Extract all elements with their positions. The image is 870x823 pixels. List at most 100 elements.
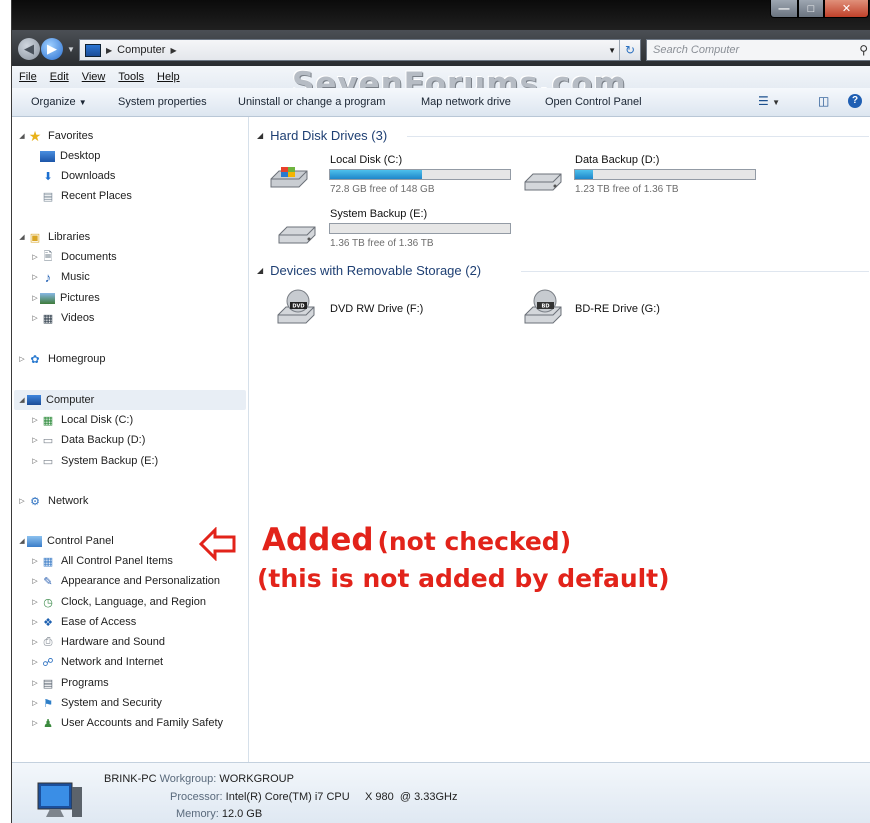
organize-button[interactable]: Organize ▼ [31, 96, 87, 108]
help-icon[interactable]: ? [848, 94, 862, 108]
nav-item-local-disk-c[interactable]: ▷ ▦ Local Disk (C:) [30, 411, 133, 429]
nav-favorites[interactable]: ◢ ★ Favorites [17, 127, 93, 145]
menu-file[interactable]: File [19, 71, 37, 83]
nav-item-system-backup-e[interactable]: ▷ ▭ System Backup (E:) [30, 452, 158, 470]
address-history-dropdown-icon[interactable]: ▼ [608, 46, 616, 55]
view-options-icon[interactable]: ☰ ▼ [758, 94, 780, 108]
nav-control-panel[interactable]: ◢ Control Panel [17, 532, 113, 550]
menu-tools[interactable]: Tools [118, 71, 144, 83]
nav-item-documents[interactable]: ▷ 🗎 Documents [30, 248, 116, 266]
homegroup-icon: ✿ [30, 353, 40, 366]
back-button[interactable]: ◀ [18, 38, 40, 60]
recent-pages-dropdown-icon[interactable]: ▼ [67, 45, 75, 54]
close-button[interactable]: ✕ [824, 0, 869, 18]
menu-help[interactable]: Help [157, 71, 180, 83]
nav-item-recent-places[interactable]: ▤ Recent Places [40, 187, 132, 205]
expanded-arrow-icon[interactable]: ◢ [257, 266, 263, 275]
collapsed-arrow-icon[interactable]: ▷ [30, 577, 40, 585]
collapsed-arrow-icon[interactable]: ▷ [17, 355, 27, 363]
menu-view[interactable]: View [82, 71, 106, 83]
nav-item-appearance[interactable]: ▷ ✎ Appearance and Personalization [30, 572, 220, 590]
collapsed-arrow-icon[interactable]: ▷ [30, 314, 40, 322]
nav-item-all-control-panel-items[interactable]: ▷ ▦ All Control Panel Items [30, 552, 173, 570]
collapsed-arrow-icon[interactable]: ▷ [30, 699, 40, 707]
nav-homegroup[interactable]: ▷ ✿ Homegroup [17, 350, 105, 368]
nav-network-label: Network [48, 495, 89, 507]
nav-item-videos[interactable]: ▷ ▦ Videos [30, 309, 94, 327]
minimize-button[interactable]: — [770, 0, 798, 18]
expanded-arrow-icon[interactable]: ◢ [17, 537, 27, 545]
collapsed-arrow-icon[interactable]: ▷ [17, 497, 27, 505]
nav-item-label: Music [61, 271, 90, 283]
collapsed-arrow-icon[interactable]: ▷ [30, 557, 40, 565]
open-control-panel-button[interactable]: Open Control Panel [545, 96, 642, 108]
chevron-right-icon[interactable]: ▶ [170, 46, 176, 55]
nav-item-downloads[interactable]: ⬇ Downloads [40, 167, 115, 185]
collapsed-arrow-icon[interactable]: ▷ [30, 638, 40, 646]
group-header-hard-disk-drives[interactable]: ◢ Hard Disk Drives (3) [257, 128, 387, 143]
nav-item-label: Programs [61, 677, 109, 689]
group-header-removable-storage[interactable]: ◢ Devices with Removable Storage (2) [257, 263, 481, 278]
nav-item-label: All Control Panel Items [61, 555, 173, 567]
forward-button[interactable]: ▶ [41, 38, 63, 60]
nav-item-clock-language-region[interactable]: ▷ ◷ Clock, Language, and Region [30, 593, 206, 611]
nav-item-user-accounts[interactable]: ▷ ♟ User Accounts and Family Safety [30, 714, 223, 732]
preview-pane-icon[interactable]: ◫ [818, 94, 829, 108]
collapsed-arrow-icon[interactable]: ▷ [30, 253, 40, 261]
chevron-right-icon[interactable]: ▶ [106, 46, 112, 55]
recent-places-icon: ▤ [42, 190, 54, 203]
nav-item-programs[interactable]: ▷ ▤ Programs [30, 674, 109, 692]
collapsed-arrow-icon[interactable]: ▷ [30, 273, 40, 281]
collapsed-arrow-icon[interactable]: ▷ [30, 679, 40, 687]
nav-item-pictures[interactable]: ▷ Pictures [30, 289, 99, 307]
nav-item-network-internet[interactable]: ▷ ☍ Network and Internet [30, 653, 163, 671]
expanded-arrow-icon[interactable]: ◢ [17, 132, 27, 140]
chevron-down-icon: ▼ [78, 98, 87, 107]
dvd-drive-icon: DVD [277, 289, 315, 324]
collapsed-arrow-icon[interactable]: ▷ [30, 457, 40, 465]
nav-computer[interactable]: ◢ Computer [17, 391, 94, 409]
breadcrumb-computer[interactable]: Computer [117, 44, 165, 56]
drive-icon [278, 226, 316, 244]
expanded-arrow-icon[interactable]: ◢ [17, 233, 27, 241]
nav-network[interactable]: ▷ ⚙ Network [17, 492, 88, 510]
collapsed-arrow-icon[interactable]: ▷ [30, 416, 40, 424]
nav-item-system-security[interactable]: ▷ ⚑ System and Security [30, 694, 162, 712]
collapsed-arrow-icon[interactable]: ▷ [30, 436, 40, 444]
nav-item-data-backup-d[interactable]: ▷ ▭ Data Backup (D:) [30, 431, 145, 449]
memory-value: 12.0 GB [221, 808, 263, 820]
nav-libraries[interactable]: ◢ ▣ Libraries [17, 228, 90, 246]
address-bar[interactable]: ▶ Computer ▶ ▼ ↻ [79, 39, 641, 61]
documents-icon: 🗎 [43, 250, 53, 263]
menu-edit[interactable]: Edit [50, 71, 69, 83]
libraries-icon: ▣ [29, 231, 41, 244]
nav-item-label: Videos [61, 312, 95, 324]
collapsed-arrow-icon[interactable]: ▷ [30, 294, 40, 302]
system-drive-icon [270, 167, 308, 188]
clock-icon: ◷ [43, 596, 53, 609]
drive-name: Data Backup (D:) [575, 154, 660, 166]
expanded-arrow-icon[interactable]: ◢ [17, 396, 27, 404]
nav-item-music[interactable]: ▷ ♪ Music [30, 268, 90, 286]
collapsed-arrow-icon[interactable]: ▷ [30, 719, 40, 727]
drive-free-space: 72.8 GB free of 148 GB [330, 184, 435, 195]
nav-item-hardware-sound[interactable]: ▷ ⎙ Hardware and Sound [30, 633, 165, 651]
search-input[interactable]: Search Computer ⚲ [646, 39, 870, 61]
maximize-button[interactable]: □ [798, 0, 824, 18]
network-icon: ⚙ [30, 495, 40, 508]
uninstall-program-button[interactable]: Uninstall or change a program [238, 96, 385, 108]
refresh-icon[interactable]: ↻ [619, 40, 640, 60]
nav-item-ease-of-access[interactable]: ▷ ❖ Ease of Access [30, 613, 136, 631]
collapsed-arrow-icon[interactable]: ▷ [30, 598, 40, 606]
system-properties-button[interactable]: System properties [118, 96, 207, 108]
drive-usage-fill [575, 170, 593, 179]
command-bar: Organize ▼ System properties Uninstall o… [12, 88, 870, 117]
collapsed-arrow-icon[interactable]: ▷ [30, 618, 40, 626]
search-icon[interactable]: ⚲ [859, 43, 868, 57]
hardware-icon: ⎙ [43, 635, 53, 648]
collapsed-arrow-icon[interactable]: ▷ [30, 658, 40, 666]
nav-item-label: Network and Internet [61, 656, 164, 668]
expanded-arrow-icon[interactable]: ◢ [257, 131, 263, 140]
nav-item-desktop[interactable]: Desktop [40, 147, 100, 165]
map-network-drive-button[interactable]: Map network drive [421, 96, 511, 108]
